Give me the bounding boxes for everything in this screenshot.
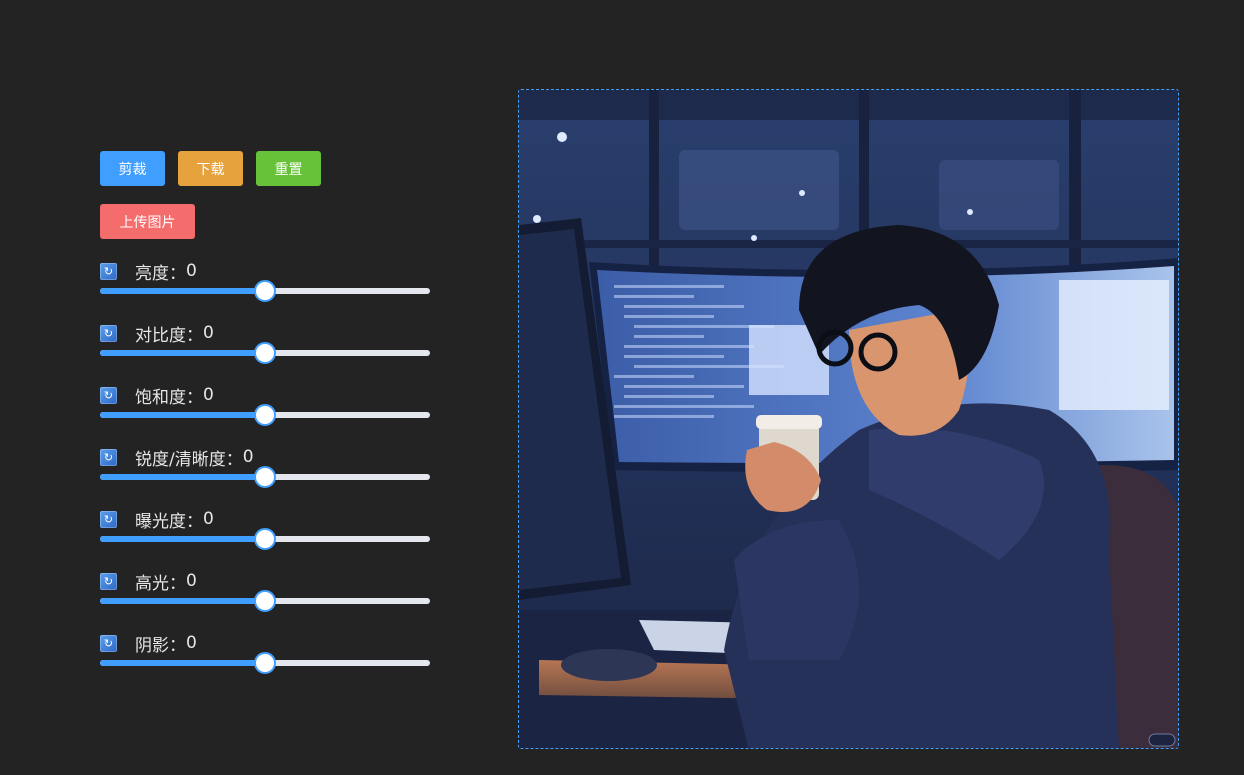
preview-image xyxy=(519,90,1178,748)
exposure-value: 0 xyxy=(203,509,214,529)
highlights-label-row: ↻ 高光： 0 xyxy=(100,571,440,594)
brightness-slider[interactable] xyxy=(100,280,430,302)
exposure-slider[interactable] xyxy=(100,528,430,550)
sharpness-slider[interactable] xyxy=(100,466,430,488)
sharpness-label-row: ↻ 锐度/清晰度： 0 xyxy=(100,447,440,470)
slider-fill xyxy=(100,536,265,542)
highlights-label: 高光： xyxy=(135,573,186,594)
sharpness-value: 0 xyxy=(242,447,254,467)
saturation-control: ↻ 饱和度： 0 xyxy=(100,385,440,447)
shadows-value: 0 xyxy=(186,633,197,653)
upload-image-button[interactable]: 上传图片 xyxy=(100,204,195,239)
saturation-label: 饱和度： xyxy=(135,387,203,408)
highlights-control: ↻ 高光： 0 xyxy=(100,571,440,633)
shadows-control: ↻ 阴影： 0 xyxy=(100,633,440,695)
slider-thumb[interactable] xyxy=(254,652,276,674)
brightness-value: 0 xyxy=(186,261,197,281)
slider-thumb[interactable] xyxy=(254,342,276,364)
control-panel: 剪裁 下载 重置 上传图片 ↻ 亮度： 0 ↻ 对比度： 0 ↻ 饱和度： 0 … xyxy=(100,151,440,695)
exposure-label: 曝光度： xyxy=(135,511,203,532)
slider-thumb[interactable] xyxy=(254,280,276,302)
image-editor-page: 剪裁 下载 重置 上传图片 ↻ 亮度： 0 ↻ 对比度： 0 ↻ 饱和度： 0 … xyxy=(0,0,1244,775)
contrast-slider[interactable] xyxy=(100,342,430,364)
adjustment-sliders: ↻ 亮度： 0 ↻ 对比度： 0 ↻ 饱和度： 0 ↻ 锐度/清晰度： 0 ↻ … xyxy=(100,261,440,695)
sharpness-label: 锐度/清晰度： xyxy=(135,449,243,470)
brightness-label-row: ↻ 亮度： 0 xyxy=(100,261,440,284)
slider-thumb[interactable] xyxy=(254,528,276,550)
shadows-label-row: ↻ 阴影： 0 xyxy=(100,633,440,656)
slider-thumb[interactable] xyxy=(254,466,276,488)
slider-fill xyxy=(100,660,265,666)
sharpness-control: ↻ 锐度/清晰度： 0 xyxy=(100,447,440,509)
refresh-icon[interactable]: ↻ xyxy=(100,448,117,466)
highlights-slider[interactable] xyxy=(100,590,430,612)
toolbar: 剪裁 下载 重置 xyxy=(100,151,440,186)
slider-thumb[interactable] xyxy=(254,404,276,426)
slider-fill xyxy=(100,412,265,418)
shadows-label: 阴影： xyxy=(135,635,186,656)
exposure-label-row: ↻ 曝光度： 0 xyxy=(100,509,440,532)
slider-thumb[interactable] xyxy=(254,590,276,612)
slider-fill xyxy=(100,598,265,604)
slider-fill xyxy=(100,288,265,294)
brightness-label: 亮度： xyxy=(135,263,186,284)
saturation-label-row: ↻ 饱和度： 0 xyxy=(100,385,440,408)
refresh-icon[interactable]: ↻ xyxy=(100,572,117,590)
slider-fill xyxy=(100,350,265,356)
download-button[interactable]: 下载 xyxy=(178,151,243,186)
highlights-value: 0 xyxy=(186,571,197,591)
image-canvas[interactable] xyxy=(518,89,1179,749)
refresh-icon[interactable]: ↻ xyxy=(100,324,117,342)
refresh-icon[interactable]: ↻ xyxy=(100,386,117,404)
refresh-icon[interactable]: ↻ xyxy=(100,262,117,280)
slider-fill xyxy=(100,474,265,480)
refresh-icon[interactable]: ↻ xyxy=(100,634,117,652)
contrast-value: 0 xyxy=(203,323,214,343)
saturation-value: 0 xyxy=(203,385,214,405)
contrast-label-row: ↻ 对比度： 0 xyxy=(100,323,440,346)
contrast-control: ↻ 对比度： 0 xyxy=(100,323,440,385)
crop-button[interactable]: 剪裁 xyxy=(100,151,165,186)
refresh-icon[interactable]: ↻ xyxy=(100,510,117,528)
brightness-control: ↻ 亮度： 0 xyxy=(100,261,440,323)
reset-button[interactable]: 重置 xyxy=(256,151,321,186)
contrast-label: 对比度： xyxy=(135,325,203,346)
watermark-badge xyxy=(1148,733,1176,747)
saturation-slider[interactable] xyxy=(100,404,430,426)
exposure-control: ↻ 曝光度： 0 xyxy=(100,509,440,571)
shadows-slider[interactable] xyxy=(100,652,430,674)
